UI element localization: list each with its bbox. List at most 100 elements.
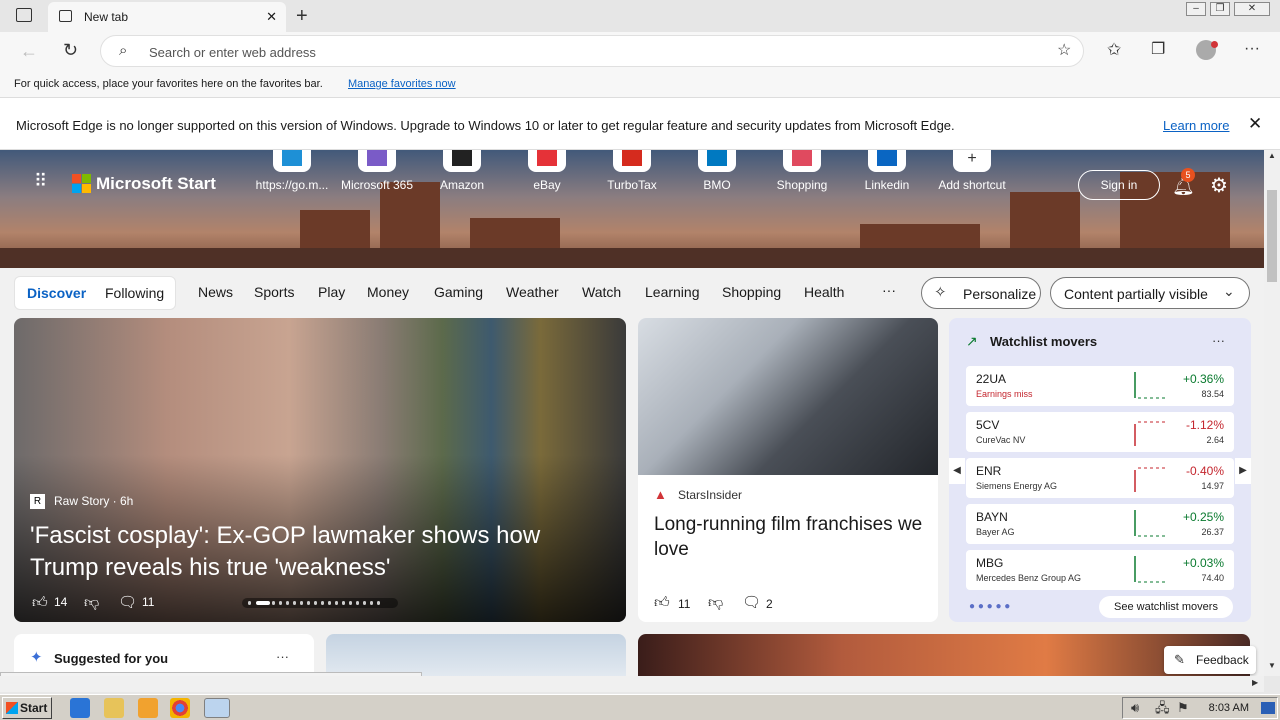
carousel-dot[interactable] xyxy=(279,601,282,605)
watchlist-row[interactable]: 22UA Earnings miss +0.36% 83.54 xyxy=(966,366,1234,406)
story-card-image[interactable] xyxy=(326,634,626,676)
more-categories-icon[interactable]: ··· xyxy=(882,282,896,298)
pager-dots[interactable]: ● ● ● ● ● xyxy=(969,602,1010,612)
feedback-button[interactable]: ✎ Feedback xyxy=(1164,646,1256,674)
show-desktop-icon[interactable] xyxy=(1261,702,1275,714)
suggested-more-icon[interactable]: ··· xyxy=(276,650,289,663)
shortcut-0[interactable]: https://go.m... xyxy=(252,150,332,192)
nav-money[interactable]: Money xyxy=(367,284,409,300)
prev-arrow-icon[interactable]: ◀ xyxy=(949,458,965,484)
apps-grid-icon[interactable]: ⠿ xyxy=(34,172,47,190)
chrome-icon[interactable] xyxy=(170,698,190,718)
scroll-thumb[interactable] xyxy=(1267,190,1277,282)
watchlist-row[interactable]: 5CV CureVac NV -1.12% 2.64 xyxy=(966,412,1234,452)
carousel-dot[interactable] xyxy=(300,601,303,605)
shortcut-8[interactable]: + Add shortcut xyxy=(932,150,1012,192)
shortcut-7[interactable]: Linkedin xyxy=(847,150,927,192)
personalize-button[interactable]: ✧ Personalize xyxy=(921,277,1041,309)
carousel-dot[interactable] xyxy=(314,601,317,605)
brand-title[interactable]: Microsoft Start xyxy=(96,174,216,194)
carousel-dot[interactable] xyxy=(377,601,380,605)
dislike-icon[interactable]: 👎︎ xyxy=(84,594,99,612)
new-tab-plus-icon[interactable]: + xyxy=(296,6,308,26)
dislike-icon[interactable]: 👎︎ xyxy=(708,594,723,612)
minimize-button[interactable]: – xyxy=(1186,2,1206,16)
carousel-dot[interactable] xyxy=(349,601,352,605)
see-watchlist-movers-button[interactable]: See watchlist movers xyxy=(1099,596,1233,618)
horizontal-scrollbar[interactable]: ▶ xyxy=(0,676,1264,692)
flag-icon[interactable]: ⚑ xyxy=(1177,701,1189,714)
collections-icon[interactable]: ❐ xyxy=(1151,42,1165,58)
scroll-up-icon[interactable]: ▲ xyxy=(1268,152,1276,160)
close-tab-icon[interactable]: ✕ xyxy=(266,9,277,25)
watchlist-row[interactable]: ENR Siemens Energy AG -0.40% 14.97 xyxy=(966,458,1234,498)
nav-shopping[interactable]: Shopping xyxy=(722,284,781,300)
content-visibility-dropdown[interactable]: Content partially visible ⌄ xyxy=(1050,277,1250,309)
comment-icon[interactable]: 🗨︎ xyxy=(742,593,761,611)
carousel-dot[interactable] xyxy=(248,601,251,605)
carousel-dot[interactable] xyxy=(272,601,275,605)
carousel-dot[interactable] xyxy=(286,601,289,605)
nav-health[interactable]: Health xyxy=(804,284,844,300)
volume-icon[interactable]: 🔊︎ xyxy=(1131,701,1139,714)
carousel-dots[interactable] xyxy=(242,598,398,608)
favorites-icon[interactable]: ✩ xyxy=(1107,41,1121,58)
mid-story-card[interactable]: ▲ StarsInsider Long-running film franchi… xyxy=(638,318,938,622)
shortcut-3[interactable]: eBay xyxy=(507,150,587,192)
carousel-dot[interactable] xyxy=(356,601,359,605)
nav-watch[interactable]: Watch xyxy=(582,284,621,300)
watchlist-row[interactable]: MBG Mercedes Benz Group AG +0.03% 74.40 xyxy=(966,550,1234,590)
nav-gaming[interactable]: Gaming xyxy=(434,284,483,300)
carousel-dot[interactable] xyxy=(328,601,331,605)
sign-in-button[interactable]: Sign in xyxy=(1078,170,1160,200)
story-headline[interactable]: Long-running film franchises we love xyxy=(654,512,930,562)
carousel-dot[interactable] xyxy=(256,601,270,605)
like-icon[interactable]: 👍︎ xyxy=(654,594,670,612)
nav-learning[interactable]: Learning xyxy=(645,284,700,300)
back-arrow-icon[interactable]: ← xyxy=(20,42,38,60)
edge-icon[interactable] xyxy=(204,698,230,718)
explorer-icon[interactable] xyxy=(104,698,124,718)
shortcut-2[interactable]: Amazon xyxy=(422,150,502,192)
settings-more-icon[interactable]: ··· xyxy=(1244,41,1260,57)
refresh-icon[interactable]: ↻ xyxy=(63,41,78,59)
start-button[interactable]: Start xyxy=(2,697,52,719)
shortcut-5[interactable]: BMO xyxy=(677,150,757,192)
tab-actions-icon[interactable] xyxy=(16,8,32,22)
tab-discover[interactable]: Discover xyxy=(27,285,86,301)
restore-button[interactable]: ❐ xyxy=(1210,2,1230,16)
carousel-dot[interactable] xyxy=(307,601,310,605)
scroll-right-icon[interactable]: ▶ xyxy=(1252,679,1258,687)
address-bar[interactable]: ⌕ Search or enter web address ☆ xyxy=(100,35,1084,67)
next-arrow-icon[interactable]: ▶ xyxy=(1235,458,1251,484)
carousel-dot[interactable] xyxy=(335,601,338,605)
media-player-icon[interactable] xyxy=(138,698,158,718)
tab-following[interactable]: Following xyxy=(105,285,164,301)
shortcut-1[interactable]: Microsoft 365 xyxy=(337,150,417,192)
nav-weather[interactable]: Weather xyxy=(506,284,559,300)
network-icon[interactable]: 🖧 xyxy=(1155,701,1170,714)
scroll-down-icon[interactable]: ▼ xyxy=(1268,662,1276,670)
carousel-dot[interactable] xyxy=(370,601,373,605)
shortcut-4[interactable]: TurboTax xyxy=(592,150,672,192)
add-favorite-icon[interactable]: ☆ xyxy=(1057,43,1071,59)
manage-favorites-link[interactable]: Manage favorites now xyxy=(348,78,456,90)
nav-play[interactable]: Play xyxy=(318,284,345,300)
carousel-dot[interactable] xyxy=(293,601,296,605)
page-settings-gear-icon[interactable]: ⚙ xyxy=(1210,173,1228,198)
nav-sports[interactable]: Sports xyxy=(254,284,294,300)
story-headline[interactable]: 'Fascist cosplay': Ex-GOP lawmaker shows… xyxy=(30,520,590,584)
tab-new-tab[interactable]: New tab ✕ xyxy=(48,2,286,32)
carousel-dot[interactable] xyxy=(342,601,345,605)
shortcut-6[interactable]: Shopping xyxy=(762,150,842,192)
learn-more-link[interactable]: Learn more xyxy=(1163,118,1229,133)
close-warning-icon[interactable]: ✕ xyxy=(1248,114,1262,134)
ie-icon[interactable] xyxy=(70,698,90,718)
close-window-button[interactable]: ✕ xyxy=(1234,2,1270,16)
watchlist-row[interactable]: BAYN Bayer AG +0.25% 26.37 xyxy=(966,504,1234,544)
carousel-dot[interactable] xyxy=(363,601,366,605)
carousel-dot[interactable] xyxy=(321,601,324,605)
like-icon[interactable]: 👍︎ xyxy=(32,594,48,612)
comment-icon[interactable]: 🗨︎ xyxy=(118,593,137,611)
watchlist-more-icon[interactable]: ··· xyxy=(1212,334,1225,347)
